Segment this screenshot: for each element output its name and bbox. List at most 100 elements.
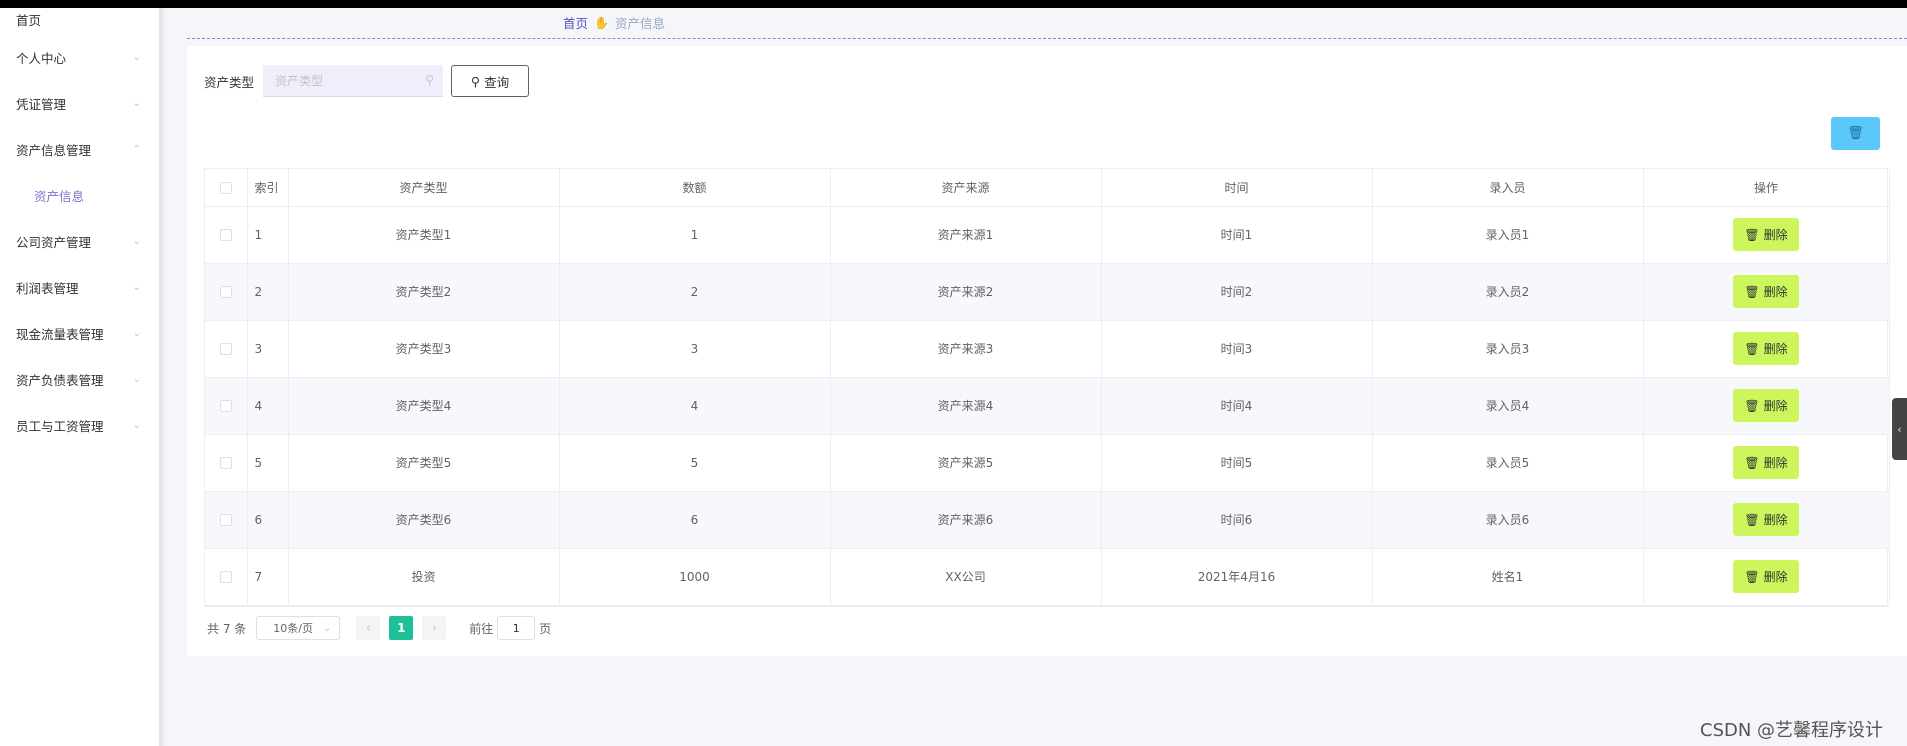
sidebar-item-staff-salary[interactable]: 员工与工资管理 ⌄ <box>0 402 159 448</box>
cell-time: 时间6 <box>1101 491 1373 549</box>
trash-icon: 🗑 <box>1744 227 1760 242</box>
cell-asset-source: 资产来源1 <box>830 206 1102 264</box>
delete-button[interactable]: 🗑 删除 <box>1733 503 1799 536</box>
data-table: 索引 资产类型 数额 资产来源 时间 录入员 操作 1 资产类型1 1 资产来源… <box>204 168 1890 607</box>
top-bar <box>0 0 1907 8</box>
cell-index: 7 <box>247 548 289 606</box>
cell-asset-source: 资产来源2 <box>830 263 1102 321</box>
delete-button[interactable]: 🗑 删除 <box>1733 218 1799 251</box>
search-bar: 资产类型 ⚲ ⚲ 查询 <box>204 65 530 97</box>
search-label: 资产类型 <box>204 74 255 90</box>
cell-recorder: 录入员3 <box>1372 320 1644 378</box>
page-size-value: 10条/页 <box>273 622 313 635</box>
sidebar-item-voucher-management[interactable]: 凭证管理 ⌄ <box>0 80 159 126</box>
sidebar-item-cash-flow[interactable]: 现金流量表管理 ⌄ <box>0 310 159 356</box>
query-button[interactable]: ⚲ 查询 <box>451 65 530 97</box>
select-all-checkbox[interactable] <box>205 169 248 207</box>
cell-asset-source: 资产来源4 <box>830 377 1102 435</box>
cell-asset-source: 资产来源3 <box>830 320 1102 378</box>
cell-amount: 2 <box>559 263 831 321</box>
delete-button-label: 删除 <box>1763 285 1788 299</box>
table-header-row: 索引 资产类型 数额 资产来源 时间 录入员 操作 <box>205 169 1890 207</box>
delete-button[interactable]: 🗑 删除 <box>1733 332 1799 365</box>
row-checkbox[interactable] <box>205 263 248 321</box>
cell-recorder: 录入员2 <box>1372 263 1644 321</box>
breadcrumb-home[interactable]: 首页 <box>563 13 588 32</box>
cell-asset-type: 资产类型6 <box>288 491 560 549</box>
column-header: 时间 <box>1101 169 1373 207</box>
sidebar-item-income-statement[interactable]: 利润表管理 ⌄ <box>0 264 159 310</box>
delete-button-label: 删除 <box>1763 342 1788 356</box>
column-header: 索引 <box>247 169 289 207</box>
cell-actions: 🗑 删除 <box>1643 263 1890 321</box>
row-checkbox[interactable] <box>205 548 248 606</box>
cell-asset-source: 资产来源6 <box>830 491 1102 549</box>
breadcrumb: 首页 ✋ 资产信息 <box>563 13 665 32</box>
delete-button-label: 删除 <box>1763 456 1788 470</box>
cell-time: 时间4 <box>1101 377 1373 435</box>
table-row: 4 资产类型4 4 资产来源4 时间4 录入员4 🗑 删除 <box>205 377 1890 435</box>
row-checkbox[interactable] <box>205 434 248 492</box>
trash-icon: 🗑 <box>1744 569 1760 584</box>
table-row: 1 资产类型1 1 资产来源1 时间1 录入员1 🗑 删除 <box>205 206 1890 264</box>
sidebar-subitem-asset-info[interactable]: 资产信息 <box>0 172 159 218</box>
sidebar-item-home[interactable]: 首页 <box>0 8 159 34</box>
cell-amount: 4 <box>559 377 831 435</box>
cell-amount: 1000 <box>559 548 831 606</box>
chevron-down-icon: ⌄ <box>132 327 141 339</box>
sidebar-item-label: 凭证管理 <box>16 96 67 112</box>
chevron-down-icon: ⌄ <box>132 51 141 63</box>
cell-amount: 1 <box>559 206 831 264</box>
row-checkbox[interactable] <box>205 377 248 435</box>
chevron-down-icon: ⌄ <box>132 281 141 293</box>
goto-page-input[interactable] <box>497 616 536 640</box>
page-size-select[interactable]: 10条/页 ⌄ <box>256 616 341 640</box>
cell-index: 1 <box>247 206 289 264</box>
chevron-down-icon: ⌄ <box>132 235 141 247</box>
cell-time: 时间1 <box>1101 206 1373 264</box>
side-panel-toggle[interactable]: ‹ <box>1892 398 1907 460</box>
sidebar-item-balance-sheet[interactable]: 资产负债表管理 ⌄ <box>0 356 159 402</box>
delete-button[interactable]: 🗑 删除 <box>1733 446 1799 479</box>
cell-amount: 3 <box>559 320 831 378</box>
table-row: 7 投资 1000 XX公司 2021年4月16 姓名1 🗑 删除 <box>205 548 1890 606</box>
sidebar-item-personal-center[interactable]: 个人中心 ⌄ <box>0 34 159 80</box>
search-input-wrapper: ⚲ <box>263 65 444 97</box>
cell-index: 5 <box>247 434 289 492</box>
next-page-button[interactable]: › <box>422 616 447 640</box>
column-header: 操作 <box>1643 169 1890 207</box>
delete-button-label: 删除 <box>1763 570 1788 584</box>
column-header: 数额 <box>559 169 831 207</box>
delete-button[interactable]: 🗑 删除 <box>1733 275 1799 308</box>
batch-delete-button[interactable]: 🗑 <box>1831 117 1880 150</box>
prev-page-button[interactable]: ‹ <box>356 616 381 640</box>
trash-icon: 🗑 <box>1744 455 1760 470</box>
chevron-right-icon: › <box>431 621 437 635</box>
sidebar-item-asset-info-management[interactable]: 资产信息管理 ⌃ <box>0 126 159 172</box>
row-checkbox[interactable] <box>205 491 248 549</box>
sidebar-item-label: 利润表管理 <box>16 280 79 296</box>
delete-button[interactable]: 🗑 删除 <box>1733 389 1799 422</box>
delete-button-label: 删除 <box>1763 228 1788 242</box>
delete-button[interactable]: 🗑 删除 <box>1733 560 1799 593</box>
search-input[interactable] <box>275 73 416 88</box>
column-header: 录入员 <box>1372 169 1644 207</box>
sidebar-item-label: 现金流量表管理 <box>16 326 104 342</box>
chevron-left-icon: ‹ <box>365 621 371 635</box>
table-row: 3 资产类型3 3 资产来源3 时间3 录入员3 🗑 删除 <box>205 320 1890 378</box>
page-number[interactable]: 1 <box>389 616 414 640</box>
cell-index: 3 <box>247 320 289 378</box>
row-checkbox[interactable] <box>205 320 248 378</box>
table-row: 5 资产类型5 5 资产来源5 时间5 录入员5 🗑 删除 <box>205 434 1890 492</box>
sidebar-item-label: 资产负债表管理 <box>16 372 104 388</box>
query-button-label: 查询 <box>484 74 510 90</box>
row-checkbox[interactable] <box>205 206 248 264</box>
sidebar-item-label: 员工与工资管理 <box>16 418 104 434</box>
sidebar-item-company-assets[interactable]: 公司资产管理 ⌄ <box>0 218 159 264</box>
cell-amount: 5 <box>559 434 831 492</box>
sidebar-subitem-label: 资产信息 <box>34 188 85 204</box>
sidebar-item-label: 首页 <box>16 13 42 28</box>
cell-actions: 🗑 删除 <box>1643 206 1890 264</box>
cell-asset-source: 资产来源5 <box>830 434 1102 492</box>
trash-icon: 🗑 <box>1744 341 1760 356</box>
